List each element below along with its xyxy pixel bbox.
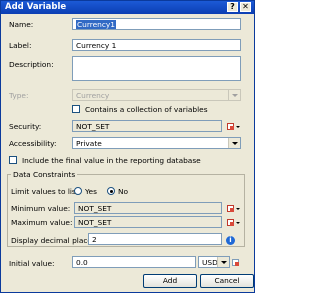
info-icon[interactable]: i: [226, 236, 235, 245]
initial-value-field[interactable]: 0.0: [72, 256, 196, 268]
label-field[interactable]: Currency 1: [72, 39, 241, 51]
maximum-value-label: Maximum value:: [11, 218, 73, 227]
type-value: Currency: [76, 91, 110, 100]
minimum-picker-icon[interactable]: [227, 203, 241, 214]
limit-no-label: No: [118, 187, 129, 196]
window-title: Add Variable: [5, 2, 67, 12]
limit-yes-label: Yes: [85, 187, 97, 196]
title-bar: Add Variable ? ✕: [1, 1, 254, 14]
cancel-button[interactable]: Cancel: [200, 274, 254, 288]
currency-select[interactable]: USD: [198, 256, 230, 268]
type-label: Type:: [9, 91, 29, 100]
help-button[interactable]: ?: [227, 2, 238, 12]
security-field[interactable]: NOT_SET: [72, 120, 222, 132]
limit-values-label: Limit values to list:: [11, 187, 82, 196]
collection-label: Contains a collection of variables: [85, 105, 208, 114]
currency-dropdown-icon: [217, 257, 229, 267]
add-variable-dialog: Add Variable ? ✕ Name: Currency1 Label: …: [0, 0, 255, 293]
name-field[interactable]: Currency1: [72, 18, 241, 30]
type-select: Currency: [72, 89, 241, 101]
minimum-value-field[interactable]: NOT_SET: [74, 202, 222, 214]
maximum-picker-icon[interactable]: [227, 217, 241, 228]
decimal-places-label: Display decimal places:: [11, 236, 99, 245]
description-label: Description:: [9, 60, 54, 69]
security-label: Security:: [9, 122, 42, 131]
accessibility-label: Accessibility:: [9, 139, 57, 148]
limit-yes-radio[interactable]: [74, 187, 82, 195]
minimum-value-label: Minimum value:: [11, 204, 71, 213]
initial-value-picker-icon[interactable]: [232, 257, 246, 268]
add-button[interactable]: Add: [143, 274, 197, 288]
name-value: Currency1: [76, 20, 116, 29]
close-button[interactable]: ✕: [240, 2, 251, 12]
currency-value: USD: [202, 258, 218, 267]
limit-no-radio[interactable]: [107, 187, 115, 195]
accessibility-value: Private: [76, 139, 102, 148]
include-reporting-checkbox[interactable]: [9, 156, 17, 164]
type-dropdown-icon: [228, 90, 240, 100]
decimal-places-field[interactable]: 2: [88, 233, 222, 245]
accessibility-select[interactable]: Private: [72, 137, 241, 149]
name-label: Name:: [9, 20, 34, 29]
collection-checkbox[interactable]: [72, 105, 80, 113]
accessibility-dropdown-icon: [228, 138, 240, 148]
initial-value-label: Initial value:: [9, 259, 55, 268]
security-picker-icon[interactable]: [227, 121, 241, 132]
maximum-value-field[interactable]: NOT_SET: [74, 216, 222, 228]
label-label: Label:: [9, 41, 32, 50]
include-reporting-label: Include the final value in the reporting…: [22, 156, 201, 165]
data-constraints-title: Data Constraints: [11, 170, 78, 179]
description-field[interactable]: [72, 56, 241, 81]
